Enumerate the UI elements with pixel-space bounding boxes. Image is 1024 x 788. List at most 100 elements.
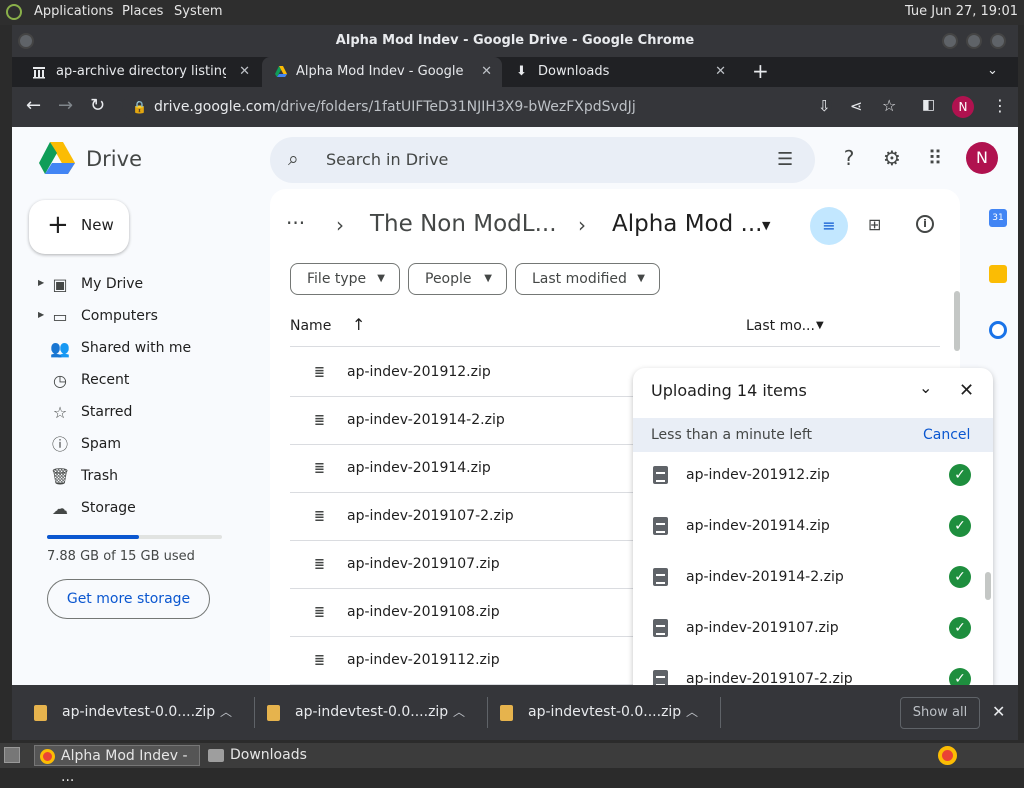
download-options-chevron-icon[interactable]: ︿ [220,685,232,740]
filter-people[interactable]: People ▼ [408,263,507,295]
menu-applications[interactable]: Applications [34,4,113,19]
share-icon[interactable]: ⋖ [850,97,863,115]
search-icon[interactable]: ⌕ [288,148,299,170]
sidebar-item-my-drive[interactable]: ▶ ▣ My Drive [38,269,238,301]
taskbar-downloads-window[interactable]: Downloads [204,745,384,766]
profile-avatar[interactable]: N [952,96,974,118]
grid-view-icon[interactable]: ⊞ [868,215,881,234]
sidebar-item-shared-with-me[interactable]: 👥 Shared with me [38,333,238,365]
taskbar-chrome-window[interactable]: Alpha Mod Indev - ... [34,745,200,785]
filter-last-modified[interactable]: Last modified ▼ [515,263,660,295]
expand-arrow-icon[interactable]: ▶ [38,310,44,319]
filter-toggle-icon[interactable]: ≡ [810,207,848,245]
sort-arrow-up-icon[interactable]: ↑ [352,315,365,334]
menu-places[interactable]: Places [122,4,163,19]
new-button[interactable]: + New [29,200,129,254]
download-options-chevron-icon[interactable]: ︿ [453,685,465,740]
reload-icon[interactable]: ↻ [90,95,105,116]
close-window-button[interactable] [990,33,1006,49]
settings-gear-icon[interactable]: ⚙ [881,147,903,169]
expand-arrow-icon[interactable]: ▶ [38,278,44,287]
side-panel-icon[interactable]: ◧ [922,97,935,113]
upload-item[interactable]: ap-indev-2019107-2.zip ✓ [633,656,993,685]
breadcrumb-parent[interactable]: The Non ModL... [370,211,557,237]
sidebar-item-spam[interactable]: ⓘ Spam [38,429,238,461]
forward-icon[interactable]: → [58,95,73,116]
keep-icon[interactable] [989,265,1007,283]
tab-close-icon[interactable]: ✕ [481,57,492,87]
tab-downloads[interactable]: ⬇ Downloads ✕ [504,57,736,87]
address-bar[interactable]: 🔒 drive.google.com/drive/folders/1fatUIF… [122,93,832,121]
filter-file-type[interactable]: File type ▼ [290,263,400,295]
close-upload-panel-icon[interactable]: ✕ [959,380,974,401]
clock[interactable]: Tue Jun 27, 19:01 [905,4,1018,19]
tasks-icon[interactable] [989,321,1007,339]
sidebar-item-recent[interactable]: ◷ Recent [38,365,238,397]
show-desktop-icon[interactable] [4,747,20,763]
sidebar-item-starred[interactable]: ☆ Starred [38,397,238,429]
download-item[interactable]: ap-indevtest-0.0....zip ︿ [34,685,259,740]
zip-file-icon: ≣ [314,605,325,620]
tab-label: Alpha Mod Indev - Google Drive [296,64,468,79]
sidebar-item-trash[interactable]: 🗑 Trash [38,461,238,493]
drive-logo[interactable]: Drive [38,141,142,179]
last-modified-column-header[interactable]: Last mo... [746,318,815,334]
new-tab-button[interactable]: + [752,59,769,83]
breadcrumb-current[interactable]: Alpha Mod ... [612,211,762,237]
install-app-icon[interactable]: ⇩ [818,97,831,115]
search-bar[interactable]: ⌕ Search in Drive ☰ [270,137,815,183]
upload-list-scrollbar[interactable] [985,572,991,600]
bookmark-star-icon[interactable]: ☆ [882,96,896,115]
window-menu-button[interactable] [18,33,34,49]
tab-close-icon[interactable]: ✕ [715,57,726,87]
download-options-chevron-icon[interactable]: ︿ [686,685,698,740]
url-host: drive.google.com [154,99,276,115]
lock-icon[interactable]: 🔒 [132,93,147,121]
download-item[interactable]: ap-indevtest-0.0....zip ︿ [500,685,725,740]
sort-caret-icon[interactable]: ▼ [816,320,824,331]
close-shelf-icon[interactable]: ✕ [992,702,1005,721]
tab-close-icon[interactable]: ✕ [239,57,250,87]
zip-archive-icon [34,705,47,721]
menu-system[interactable]: System [174,4,222,19]
apps-grid-icon[interactable]: ⠿ [924,147,946,169]
search-options-icon[interactable]: ☰ [777,149,793,170]
tab-alpha-mod-indev[interactable]: Alpha Mod Indev - Google Drive ✕ [262,57,502,87]
upload-item[interactable]: ap-indev-201912.zip ✓ [633,452,993,503]
upload-item[interactable]: ap-indev-201914.zip ✓ [633,503,993,554]
chrome-menu-icon[interactable]: ⋮ [992,96,1008,115]
sidebar-item-computers[interactable]: ▶ ▭ Computers [38,301,238,333]
back-icon[interactable]: ← [26,95,41,116]
collapse-chevron-icon[interactable]: ⌄ [919,378,932,397]
cancel-upload-button[interactable]: Cancel [923,418,970,452]
details-info-icon[interactable]: i [916,215,934,233]
sidebar-item-label: My Drive [81,276,144,292]
folder-menu-caret-icon[interactable]: ▼ [762,219,770,232]
upload-item[interactable]: ap-indev-2019107.zip ✓ [633,605,993,656]
upload-item[interactable]: ap-indev-201914-2.zip ✓ [633,554,993,605]
sidebar-item-storage[interactable]: ☁ Storage [38,493,238,525]
navigation-bar: ← → ↻ 🔒 drive.google.com/drive/folders/1… [12,87,1018,127]
calendar-icon[interactable]: 31 [989,209,1007,227]
get-more-storage-button[interactable]: Get more storage [47,579,210,619]
more-breadcrumb-icon[interactable]: ··· [286,211,305,235]
download-item[interactable]: ap-indevtest-0.0....zip ︿ [267,685,492,740]
tab-search-chevron-icon[interactable]: ⌄ [987,63,998,78]
upload-item-name: ap-indev-2019107-2.zip [686,671,853,685]
account-avatar[interactable]: N [966,142,998,174]
show-all-downloads-button[interactable]: Show all [900,697,980,729]
breadcrumb-chevron-icon: › [336,213,344,237]
file-list-scrollbar[interactable] [954,291,960,351]
upload-progress-panel: Uploading 14 items ⌄ ✕ Less than a minut… [633,368,993,685]
drive-logo-label: Drive [86,147,142,171]
tray-chrome-icon[interactable] [938,746,957,765]
system-logo-icon[interactable] [6,4,22,20]
download-shelf: ap-indevtest-0.0....zip ︿ ap-indevtest-0.0… [12,685,1018,740]
maximize-button[interactable] [966,33,982,49]
help-icon[interactable]: ? [838,147,860,169]
search-input[interactable]: Search in Drive [326,150,448,169]
file-name: ap-indev-2019107.zip [347,556,500,572]
tab-archive-listing[interactable]: ap-archive directory listing ✕ [20,57,260,87]
minimize-button[interactable] [942,33,958,49]
name-column-header[interactable]: Name [290,318,331,334]
